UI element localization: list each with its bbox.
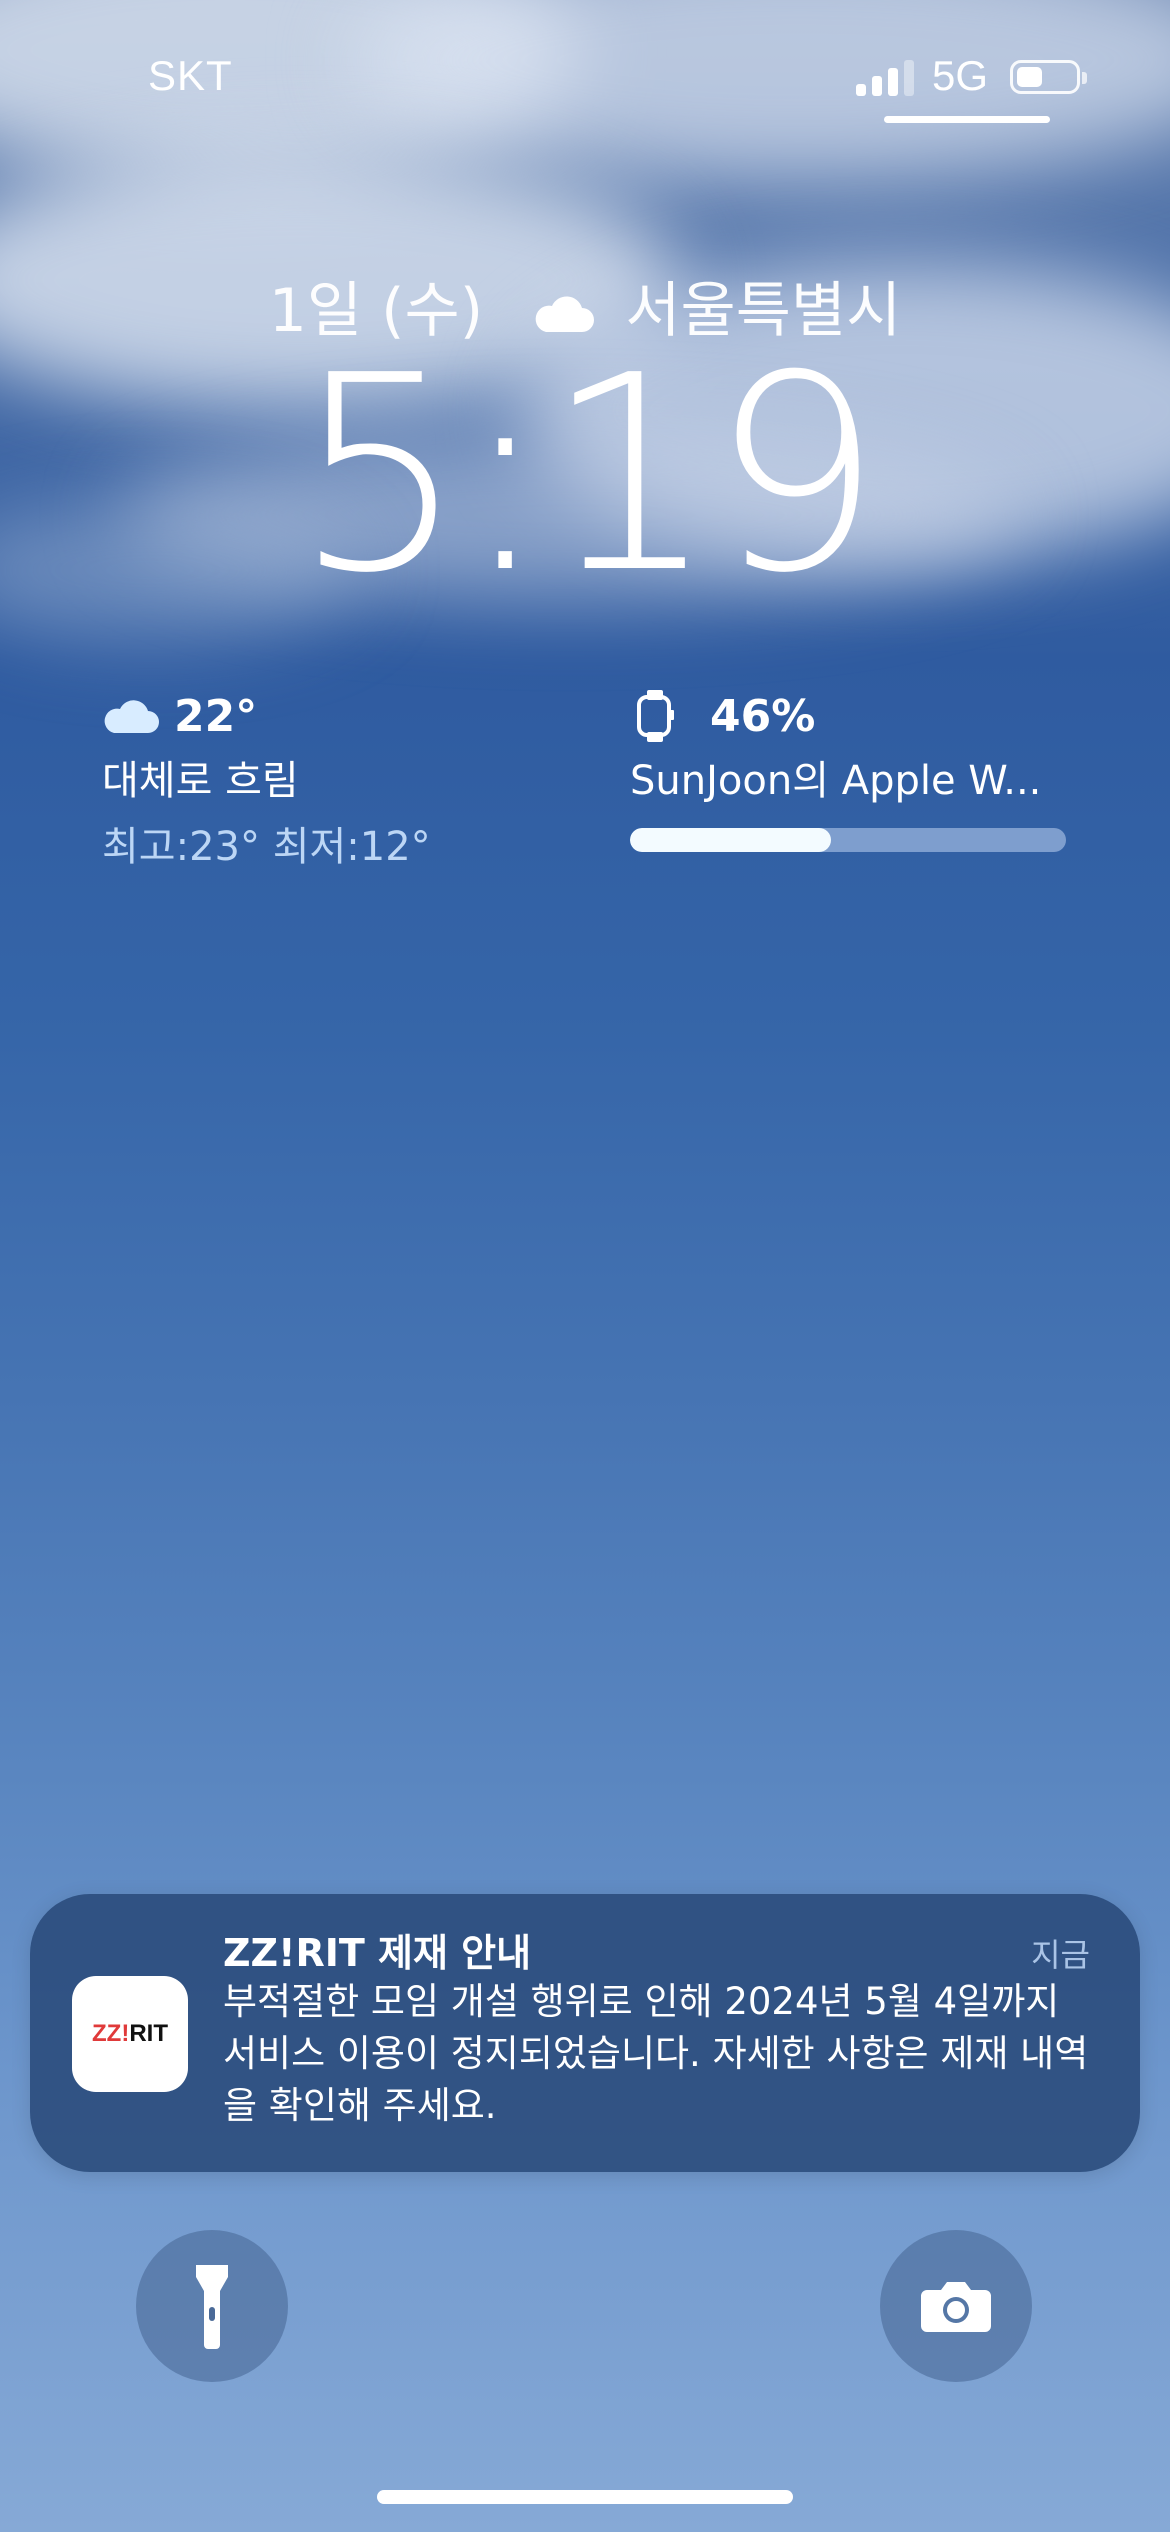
weather-temperature: 22° [174, 690, 258, 742]
weather-condition: 대체로 흐림 [102, 758, 299, 804]
notification-time: 지금 [1031, 1936, 1090, 1974]
battery-icon [1010, 60, 1087, 94]
status-underline [884, 116, 1050, 123]
flashlight-icon [196, 2265, 228, 2349]
lock-clock: 5:19 [293, 317, 882, 632]
battery-level-fill [1017, 67, 1042, 87]
notification-body: 부적절한 모임 개설 행위로 인해 2024년 5월 4일까지 서비스 이용이 … [223, 1980, 1089, 2127]
camera-icon [921, 2282, 991, 2332]
camera-button[interactable] [880, 2230, 1032, 2382]
lock-screen: SKT 5G 1일 (수) 서울특별시 5:19 22° 대체로 흐림 최고:2… [0, 0, 1170, 2532]
notification-title: ZZ!RIT 제재 안내 [223, 1931, 532, 1975]
zzirit-app-icon: ZZ! RIT [72, 1976, 188, 2092]
apple-watch-icon [637, 690, 674, 742]
network-type-label: 5G [932, 52, 989, 99]
app-icon-text-red: ZZ! [92, 2020, 130, 2047]
watch-battery-widget[interactable]: 46% SunJoon의 Apple W... [630, 688, 1070, 852]
weather-high-low: 최고:23° 최저:12° [102, 824, 431, 870]
home-indicator[interactable] [377, 2490, 793, 2504]
watch-battery-bar [630, 828, 1066, 852]
watch-battery-bar-fill [630, 828, 831, 852]
watch-battery-percent: 46% [710, 690, 816, 742]
app-icon-text-black: RIT [129, 2020, 168, 2047]
flashlight-button[interactable] [136, 2230, 288, 2382]
cloud-icon [104, 700, 159, 733]
signal-icon [856, 58, 914, 96]
notification-card[interactable]: ZZ! RIT ZZ!RIT 제재 안내 지금 부적절한 모임 개설 행위로 인해… [30, 1894, 1140, 2172]
carrier-label: SKT [148, 52, 233, 99]
weather-widget[interactable]: 22° 대체로 흐림 최고:23° 최저:12° [102, 688, 522, 872]
watch-device-name: SunJoon의 Apple W... [630, 758, 1042, 804]
